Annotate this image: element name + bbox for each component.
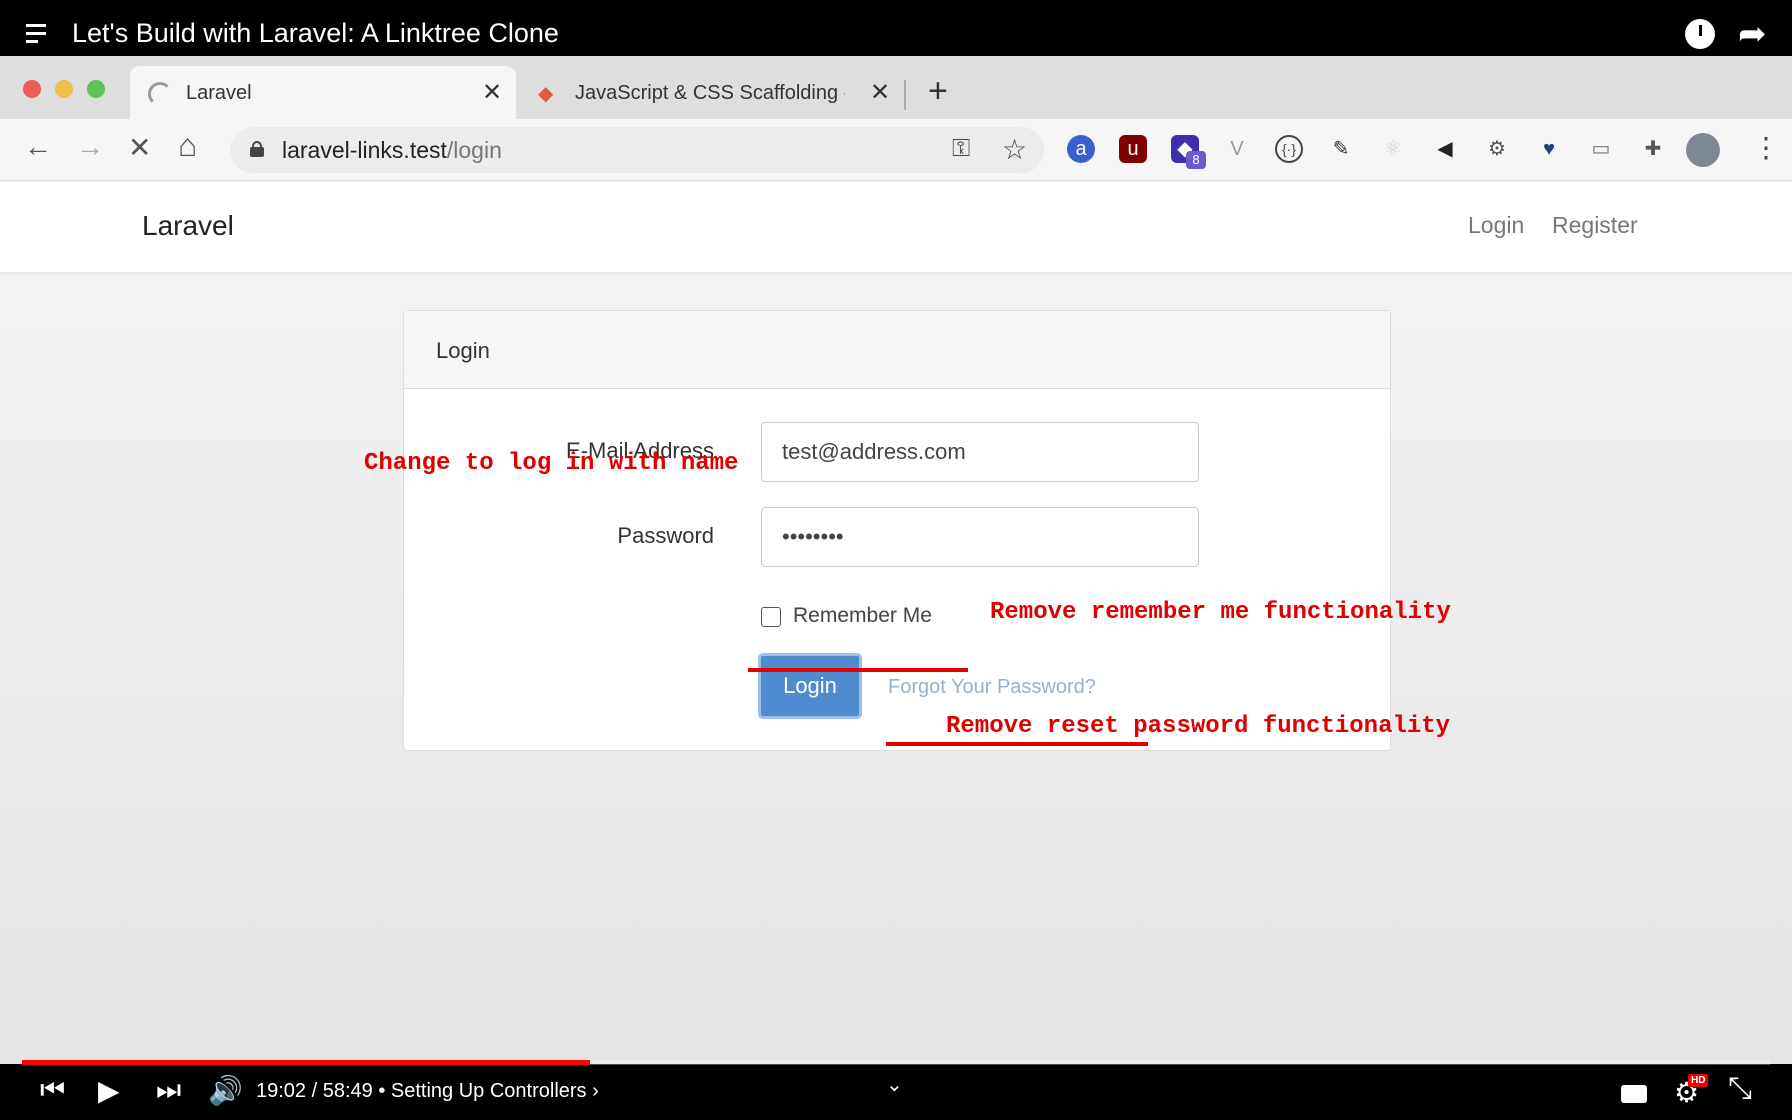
next-icon[interactable]: ⏭ [156,1074,181,1107]
vue-devtools-icon[interactable]: V [1223,135,1251,163]
video-title[interactable]: Let's Build with Laravel: A Linktree Clo… [72,18,559,49]
ublock-icon[interactable]: u [1119,135,1147,163]
progress-fill [22,1060,591,1065]
stop-loading-button[interactable]: ✕ [128,131,151,164]
address-bar[interactable]: laravel-links.test/login ⚿ ☆ [230,127,1044,173]
watch-later-icon[interactable] [1685,19,1715,49]
url-host: laravel-links.test [282,137,447,163]
loading-spinner-icon [148,82,172,106]
new-tab-button[interactable]: + [928,72,948,111]
tab-label: Laravel [186,82,252,104]
bitwarden-icon[interactable]: ♥ [1535,135,1563,163]
playlist-icon[interactable] [26,22,54,48]
subtitles-icon[interactable] [1621,1085,1647,1103]
remember-me-checkbox[interactable] [761,607,781,627]
chapter-title[interactable]: • Setting Up Controllers › [378,1080,598,1102]
exit-fullscreen-icon[interactable]: ⤡ [1728,1072,1752,1106]
close-window-button[interactable] [23,80,41,98]
share-icon[interactable]: ➦ [1738,14,1767,54]
tab-javascript-css-scaffolding[interactable]: ◆ JavaScript & CSS Scaffolding - ✕ [520,66,900,119]
site-navbar: Laravel Login Register [0,182,1792,272]
close-tab-icon[interactable]: ✕ [482,78,502,107]
hd-badge: HD [1688,1074,1709,1087]
extension-badge: 8 [1186,151,1206,169]
nav-register-link[interactable]: Register [1552,212,1638,239]
profile-avatar[interactable] [1686,133,1720,167]
laravel-favicon-icon: ◆ [538,83,554,105]
screen: Let's Build with Laravel: A Linktree Clo… [0,0,1792,1120]
volume-icon[interactable]: 🔊 [208,1074,243,1107]
web-page: Laravel Login Register Login E-Mail Addr… [0,182,1792,1064]
settings-button[interactable]: ⚙ HD [1674,1074,1709,1109]
browser-window: Laravel ✕ ◆ JavaScript & CSS Scaffolding… [0,56,1792,1064]
bookmark-star-icon[interactable]: ☆ [1002,133,1027,166]
nav-login-link[interactable]: Login [1468,212,1524,239]
site-brand[interactable]: Laravel [142,210,234,242]
react-devtools-icon[interactable]: ⚛ [1379,135,1407,163]
screen-icon[interactable]: ▭ [1587,135,1615,163]
time-display: 19:02 / 58:49 • Setting Up Controllers › [256,1080,599,1103]
card-header: Login [404,311,1390,389]
close-tab-icon[interactable]: ✕ [870,78,890,107]
password-key-icon[interactable]: ⚿ [952,135,970,163]
progress-bar[interactable] [22,1060,1770,1065]
home-button[interactable]: ⌂ [178,127,197,164]
forgot-password-link[interactable]: Forgot Your Password? [888,676,1096,699]
remember-me-label[interactable]: Remember Me [793,604,932,628]
browser-toolbar: ← → ✕ ⌂ laravel-links.test/login ⚿ ☆ a u… [0,119,1792,181]
password-label: Password [617,523,714,548]
annotation-email: Change to log in with name [364,450,739,477]
card-title: Login [436,338,490,363]
lock-icon[interactable] [250,141,264,157]
color-picker-icon[interactable]: ✎ [1327,135,1355,163]
json-formatter-icon[interactable]: {·} [1275,135,1303,163]
chevron-down-icon[interactable]: ⌄ [886,1072,903,1097]
elapsed-duration: 19:02 / 58:49 [256,1080,373,1102]
settings-ext-icon[interactable]: ⚙ [1483,135,1511,163]
email-field[interactable] [761,422,1199,482]
login-button[interactable]: Login [758,653,862,719]
youtube-top-bar: Let's Build with Laravel: A Linktree Clo… [0,0,1792,56]
tab-separator [904,80,906,110]
minimize-window-button[interactable] [55,80,73,98]
annotation-forgot: Remove reset password functionality [946,713,1451,740]
tab-bar: Laravel ✕ ◆ JavaScript & CSS Scaffolding… [0,56,1792,119]
tab-laravel[interactable]: Laravel ✕ [130,66,516,119]
browser-menu-icon[interactable]: ⋮ [1752,131,1780,164]
audio-icon[interactable]: ◀ [1431,135,1459,163]
amazon-assistant-icon[interactable]: a [1067,135,1095,163]
url-path: /login [446,137,502,163]
login-card: Login E-Mail Address Password Remember M… [403,310,1391,751]
strikethrough-remember [748,668,968,672]
back-button[interactable]: ← [24,131,52,163]
strikethrough-forgot [886,742,1148,746]
play-icon[interactable]: ▶ [98,1074,120,1107]
tab-label: JavaScript & CSS Scaffolding - [575,82,845,104]
maximize-window-button[interactable] [87,80,105,98]
puzzle-icon[interactable]: ✚ [1639,135,1667,163]
youtube-controls: ⏮ ▶ ⏭ 🔊 19:02 / 58:49 • Setting Up Contr… [0,1060,1792,1120]
password-field[interactable] [761,507,1199,567]
forward-button[interactable]: → [76,131,104,163]
previous-icon[interactable]: ⏮ [40,1074,65,1107]
annotation-remember: Remove remember me functionality [990,599,1451,626]
url-text: laravel-links.test/login [282,137,502,164]
